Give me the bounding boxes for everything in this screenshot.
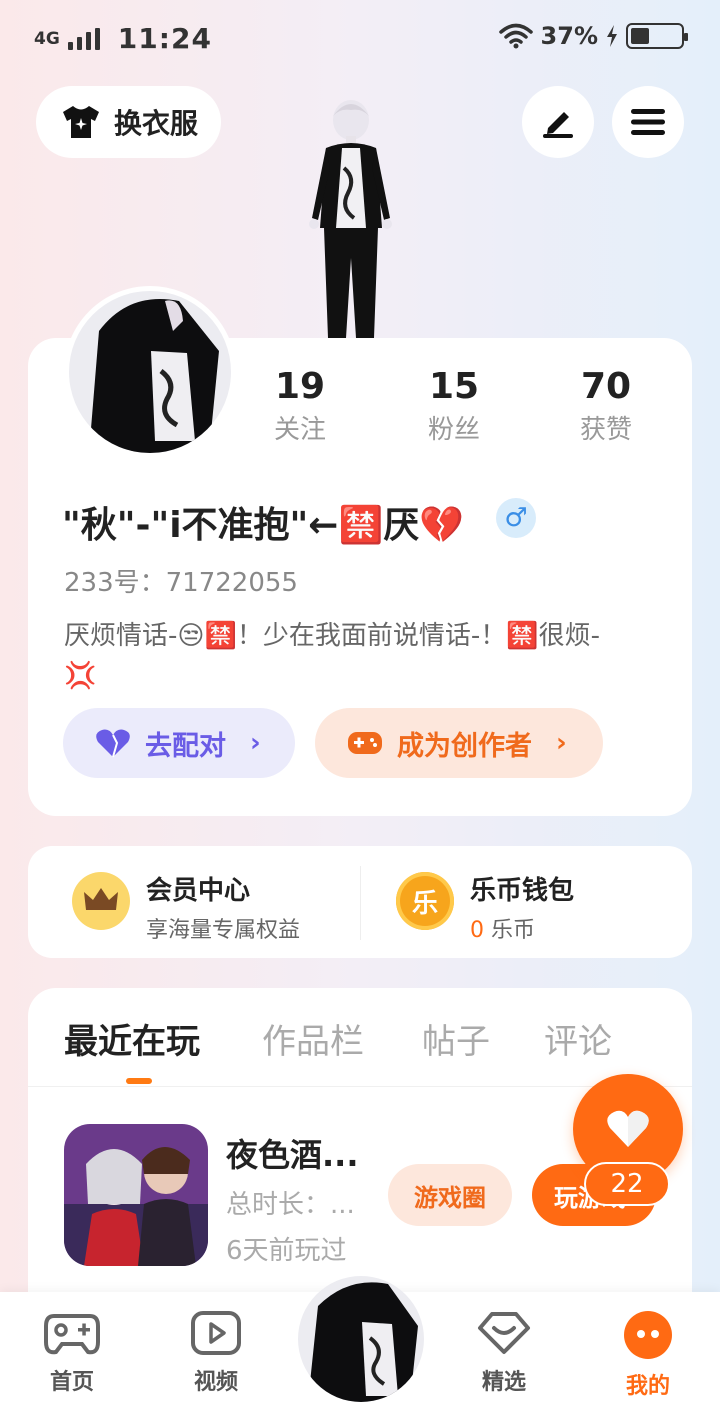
clock: 11:24 <box>117 22 212 55</box>
nav-home[interactable]: 首页 <box>22 1310 122 1396</box>
heart-icon <box>96 729 130 758</box>
tab-recently-played[interactable]: 最近在玩 <box>64 1014 200 1063</box>
coin-icon[interactable]: 乐 <box>396 872 454 930</box>
heart-icon <box>607 1110 649 1147</box>
nav-mine-label: 我的 <box>625 1374 670 1399</box>
game-duration: 总时长：... <box>226 1190 355 1220</box>
divider <box>360 866 361 940</box>
followers-stat[interactable]: 15 粉丝 <box>394 364 514 450</box>
following-stat[interactable]: 19 关注 <box>240 364 360 450</box>
chevron-right-icon: › <box>556 728 567 758</box>
crown-icon <box>72 872 130 930</box>
following-count: 19 <box>274 366 326 407</box>
coin-badge: 乐 <box>411 888 438 919</box>
followers-label: 粉丝 <box>427 415 480 445</box>
edit-profile-button[interactable] <box>522 86 594 158</box>
shirt-icon <box>63 106 99 138</box>
profile-avatar[interactable] <box>64 286 236 458</box>
battery-icon <box>626 23 688 49</box>
tab-comments[interactable]: 评论 <box>544 1014 612 1063</box>
gamepad-icon <box>348 732 382 754</box>
avatar-character[interactable] <box>296 98 406 338</box>
wifi-icon <box>498 23 533 49</box>
male-icon: ♂ <box>504 503 528 533</box>
likes-count: 70 <box>580 366 632 407</box>
active-tab-indicator <box>126 1078 152 1084</box>
nav-featured-label: 精选 <box>481 1370 526 1395</box>
following-label: 关注 <box>273 415 326 445</box>
game-icon[interactable] <box>64 1124 208 1266</box>
video-icon <box>191 1311 241 1355</box>
followers-count: 15 <box>428 366 480 407</box>
change-outfit-label: 换衣服 <box>114 107 199 140</box>
pair-button[interactable]: 去配对 › <box>63 708 295 778</box>
game-title[interactable]: 夜色酒... <box>226 1130 358 1176</box>
status-bar: 4G 11:24 37% <box>0 0 720 74</box>
wallet-amount: 0 <box>470 918 484 943</box>
charging-icon <box>607 25 617 47</box>
nav-avatar-button[interactable] <box>298 1276 424 1402</box>
face-icon <box>624 1311 672 1359</box>
menu-button[interactable] <box>612 86 684 158</box>
game-last-played: 6天前玩过 <box>226 1236 347 1266</box>
nav-video-label: 视频 <box>193 1370 238 1395</box>
pen-icon <box>543 112 573 138</box>
bio-text: 厌烦情话-😒🈲！少在我面前说情话-！🈲很烦-💢 <box>64 621 600 691</box>
member-center-entry[interactable] <box>72 872 130 930</box>
account-id: 233号：71722055 <box>64 568 298 598</box>
pair-label: 去配对 <box>145 730 226 762</box>
network-type: 4G <box>34 28 60 49</box>
likes-stat[interactable]: 70 获赞 <box>546 364 666 450</box>
change-outfit-button[interactable]: 换衣服 <box>36 86 221 158</box>
likes-label: 获赞 <box>579 415 632 445</box>
wallet-balance: 0 乐币 <box>470 912 535 944</box>
wallet-title[interactable]: 乐币钱包 <box>470 870 574 907</box>
battery-level <box>631 28 649 44</box>
like-count: 22 <box>584 1162 670 1206</box>
chevron-right-icon: › <box>250 728 261 758</box>
menu-icon <box>631 109 665 135</box>
heart-diamond-icon <box>478 1312 530 1354</box>
member-center-title[interactable]: 会员中心 <box>146 870 250 907</box>
game-cover-image <box>64 1124 208 1266</box>
username: "秋"-"i不准抱"←🈲厌💔 <box>62 505 465 546</box>
avatar-image <box>69 291 231 453</box>
wallet-unit: 乐币 <box>491 918 536 943</box>
tab-posts[interactable]: 帖子 <box>422 1014 490 1063</box>
member-center-subtitle: 享海量专属权益 <box>146 918 301 943</box>
signal-icon <box>67 27 100 50</box>
gender-badge: ♂ <box>496 498 536 538</box>
nav-mine[interactable]: 我的 <box>598 1310 698 1400</box>
nav-featured[interactable]: 精选 <box>454 1310 554 1396</box>
avatar-image <box>298 1276 424 1402</box>
become-creator-button[interactable]: 成为创作者 › <box>315 708 603 778</box>
tab-works[interactable]: 作品栏 <box>262 1014 364 1063</box>
nav-home-label: 首页 <box>49 1370 94 1395</box>
gamepad-icon <box>44 1314 100 1355</box>
nav-video[interactable]: 视频 <box>166 1310 266 1396</box>
game-circle-button[interactable]: 游戏圈 <box>388 1164 512 1226</box>
become-creator-label: 成为创作者 <box>397 730 532 762</box>
battery-percent: 37% <box>540 22 598 50</box>
